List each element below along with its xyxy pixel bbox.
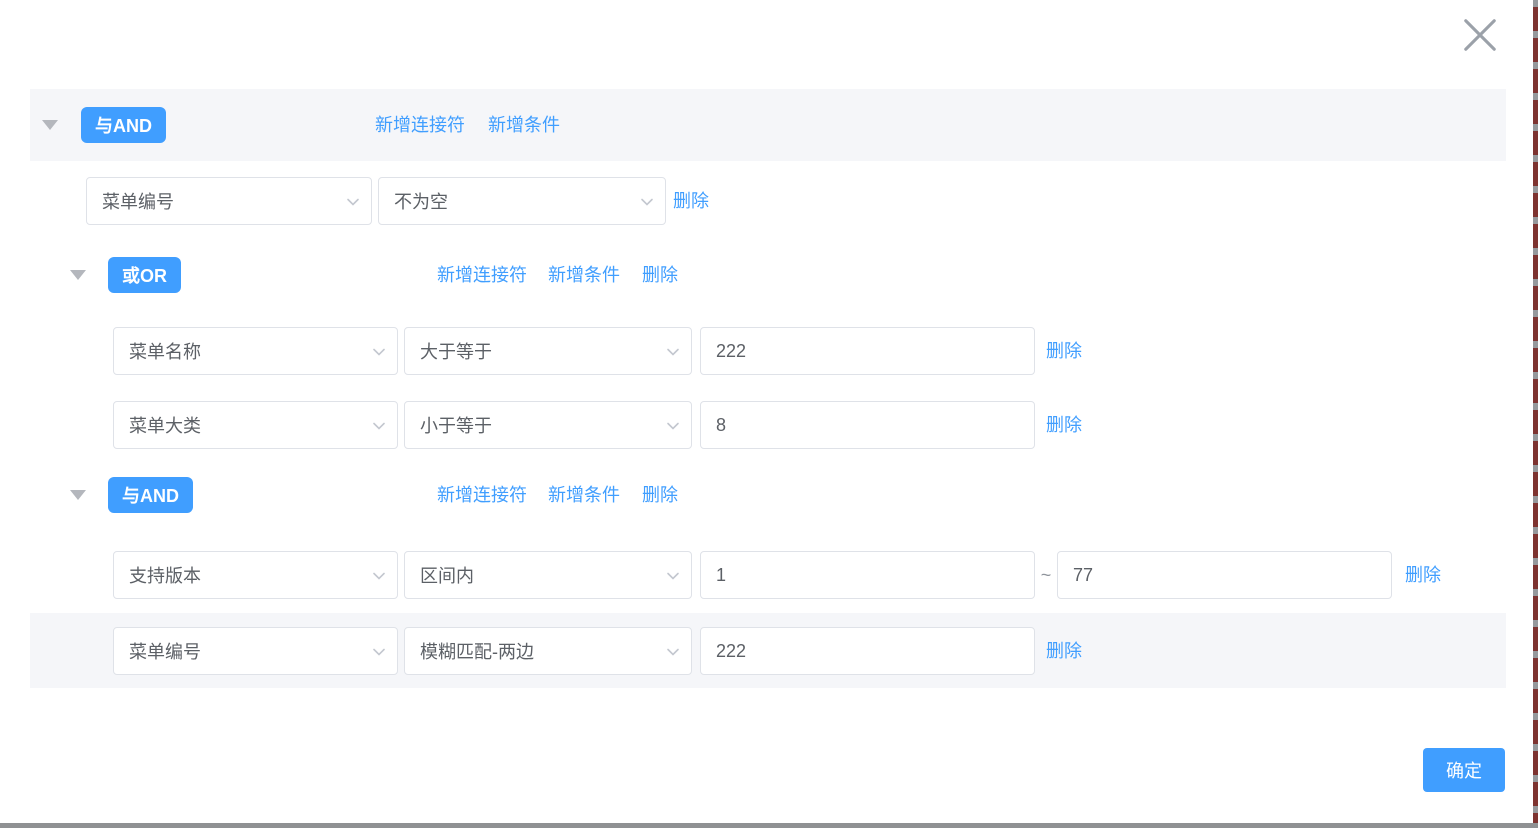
add-connector-link[interactable]: 新增连接符 <box>375 89 465 161</box>
confirm-button[interactable]: 确定 <box>1423 748 1505 792</box>
field-select-value: 菜单大类 <box>129 412 201 438</box>
range-from-input[interactable] <box>700 551 1035 599</box>
collapse-arrow-icon[interactable] <box>70 270 86 280</box>
value-input[interactable] <box>700 327 1035 375</box>
close-button[interactable] <box>1455 10 1505 60</box>
add-condition-link[interactable]: 新增条件 <box>548 251 620 299</box>
group-header-or: 或OR 新增连接符 新增条件 删除 <box>0 251 1538 299</box>
collapse-arrow-icon[interactable] <box>70 490 86 500</box>
add-condition-link[interactable]: 新增条件 <box>548 471 620 519</box>
condition-row: 菜单大类 小于等于 删除 <box>0 401 1538 449</box>
field-select[interactable]: 菜单编号 <box>113 627 398 675</box>
delete-group-link[interactable]: 删除 <box>642 251 678 299</box>
chevron-down-icon <box>665 644 681 660</box>
field-select-value: 菜单名称 <box>129 338 201 364</box>
delete-condition-link[interactable]: 删除 <box>1046 327 1082 375</box>
operator-select[interactable]: 区间内 <box>404 551 692 599</box>
operator-select[interactable]: 模糊匹配-两边 <box>404 627 692 675</box>
field-select-value: 支持版本 <box>129 562 201 588</box>
value-input[interactable] <box>700 627 1035 675</box>
delete-group-link[interactable]: 删除 <box>642 471 678 519</box>
field-select[interactable]: 支持版本 <box>113 551 398 599</box>
condition-row: 菜单编号 不为空 删除 <box>0 177 1538 225</box>
range-to-input[interactable] <box>1057 551 1392 599</box>
chevron-down-icon <box>371 568 387 584</box>
operator-select-value: 小于等于 <box>420 412 492 438</box>
window-edge-right <box>1533 0 1538 828</box>
operator-select-value: 区间内 <box>420 562 474 588</box>
field-select[interactable]: 菜单大类 <box>113 401 398 449</box>
condition-row: 菜单编号 模糊匹配-两边 删除 <box>0 627 1538 675</box>
field-select[interactable]: 菜单编号 <box>86 177 372 225</box>
chevron-down-icon <box>665 344 681 360</box>
chevron-down-icon <box>665 418 681 434</box>
delete-condition-link[interactable]: 删除 <box>1046 627 1082 675</box>
delete-condition-link[interactable]: 删除 <box>1046 401 1082 449</box>
operator-select[interactable]: 大于等于 <box>404 327 692 375</box>
chevron-down-icon <box>371 344 387 360</box>
filter-builder-dialog: 与AND 新增连接符 新增条件 菜单编号 不为空 删除 或OR 新增连接符 新增… <box>0 0 1538 828</box>
chevron-down-icon <box>665 568 681 584</box>
field-select-value: 菜单编号 <box>102 188 174 214</box>
range-separator: ~ <box>1037 551 1055 599</box>
chevron-down-icon <box>639 194 655 210</box>
operator-select[interactable]: 不为空 <box>378 177 666 225</box>
field-select-value: 菜单编号 <box>129 638 201 664</box>
chevron-down-icon <box>371 418 387 434</box>
window-edge-bottom <box>0 823 1538 828</box>
chevron-down-icon <box>345 194 361 210</box>
delete-condition-link[interactable]: 删除 <box>673 177 709 225</box>
add-condition-link[interactable]: 新增条件 <box>488 89 560 161</box>
logic-badge-nested-and[interactable]: 与AND <box>108 477 193 513</box>
operator-select-value: 模糊匹配-两边 <box>420 638 534 664</box>
add-connector-link[interactable]: 新增连接符 <box>437 251 527 299</box>
operator-select-value: 不为空 <box>394 188 448 214</box>
value-input[interactable] <box>700 401 1035 449</box>
add-connector-link[interactable]: 新增连接符 <box>437 471 527 519</box>
operator-select[interactable]: 小于等于 <box>404 401 692 449</box>
condition-row: 支持版本 区间内 ~ 删除 <box>0 551 1538 599</box>
field-select[interactable]: 菜单名称 <box>113 327 398 375</box>
group-header-and: 与AND 新增连接符 新增条件 删除 <box>0 471 1538 519</box>
condition-row: 菜单名称 大于等于 删除 <box>0 327 1538 375</box>
operator-select-value: 大于等于 <box>420 338 492 364</box>
close-icon <box>1461 16 1499 54</box>
collapse-arrow-icon[interactable] <box>42 120 58 130</box>
delete-condition-link[interactable]: 删除 <box>1405 551 1441 599</box>
logic-badge-or[interactable]: 或OR <box>108 257 181 293</box>
chevron-down-icon <box>371 644 387 660</box>
group-header-root: 与AND 新增连接符 新增条件 <box>30 89 1506 161</box>
logic-badge-root-and[interactable]: 与AND <box>81 107 166 143</box>
